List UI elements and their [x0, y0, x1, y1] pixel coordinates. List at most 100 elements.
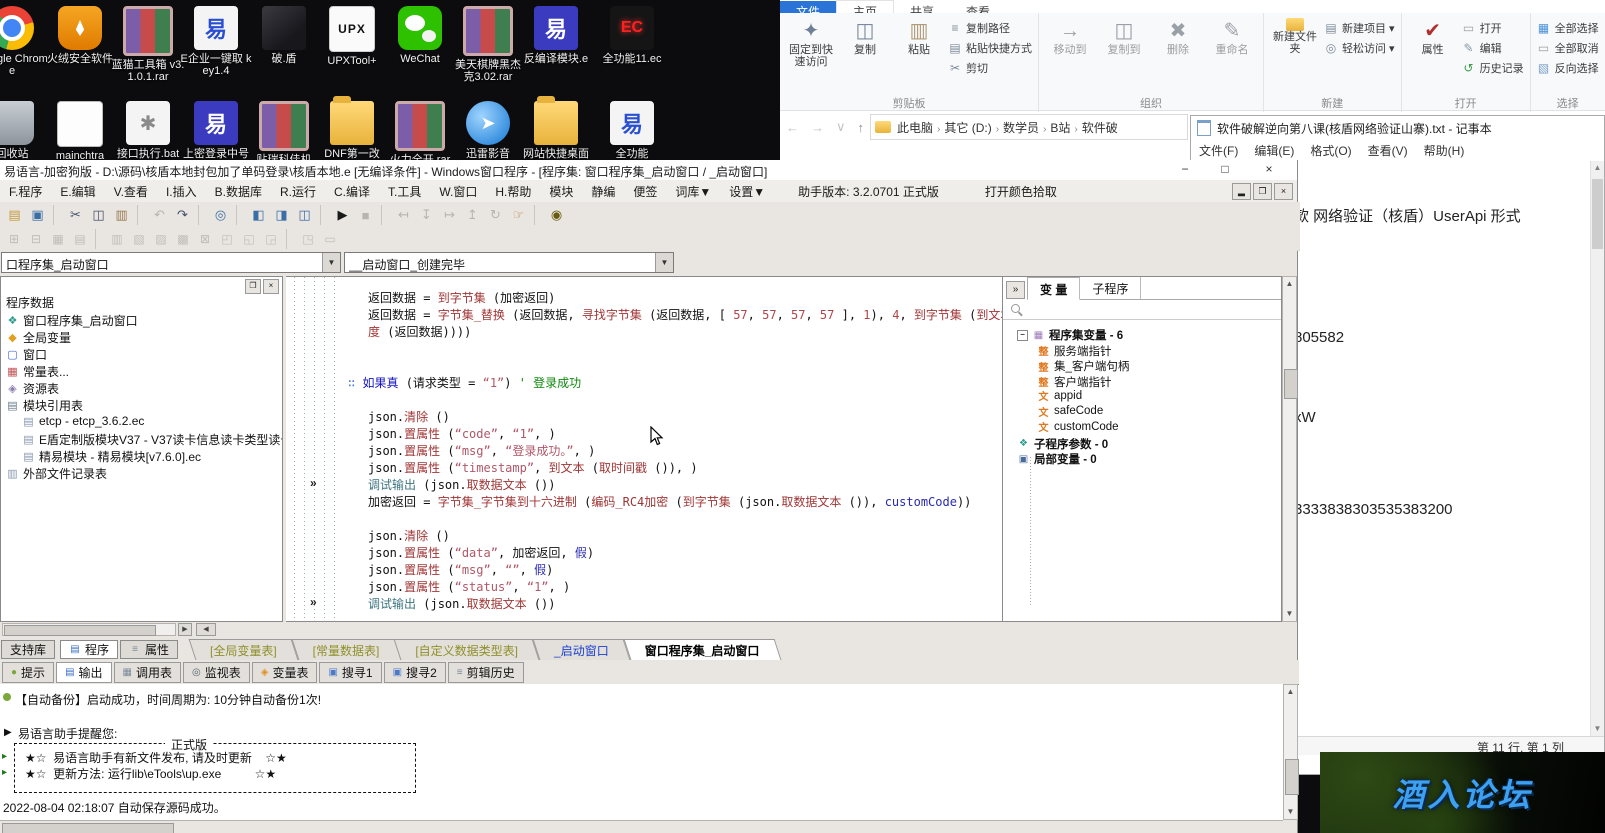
- menu-H.帮助[interactable]: H.帮助: [486, 183, 540, 200]
- color-pick-button[interactable]: 打开颜色拾取: [975, 183, 1067, 200]
- output-tab-剪辑历史[interactable]: ≡剪辑历史: [448, 662, 524, 683]
- win2-icon[interactable]: ◨: [270, 205, 293, 226]
- mdi-restore-icon[interactable]: ❐: [1253, 183, 1272, 200]
- chevron-down-icon[interactable]: ▼: [655, 253, 673, 272]
- menu-词库▼[interactable]: 词库▼: [666, 183, 720, 200]
- ribbon-button-全部取消[interactable]: ▭全部取消: [1537, 40, 1599, 56]
- desktop-icon-anime[interactable]: 破.盾: [246, 6, 322, 65]
- forward-icon[interactable]: →: [811, 120, 824, 135]
- st1-icon[interactable]: ↤: [392, 205, 415, 226]
- doc-tab-窗口程序集_启动窗口[interactable]: 窗口程序集_启动窗口: [627, 639, 778, 660]
- scrollbar-thumb[interactable]: [4, 625, 156, 636]
- desktop-icon-rar[interactable]: 蓝猫工具箱 v3.1.0.1.rar: [110, 6, 186, 83]
- ribbon-tab-文件[interactable]: 文件: [780, 1, 836, 13]
- desktop-icon-shield[interactable]: 火绒安全软件: [42, 6, 118, 65]
- desktop-icon-folder[interactable]: DNF第一改: [314, 101, 390, 160]
- scroll-up-icon[interactable]: ▲: [1283, 277, 1296, 291]
- output-tab-监视表[interactable]: ◎监视表: [183, 662, 250, 683]
- method-combobox[interactable]: __启动窗口_创建完毕 ▼: [344, 252, 674, 273]
- scrollbar-thumb[interactable]: [1284, 369, 1298, 399]
- st5-icon[interactable]: ↻: [484, 205, 507, 226]
- output-tab-提示[interactable]: ●提示: [2, 662, 54, 683]
- undo-icon[interactable]: ↶: [148, 205, 171, 226]
- breadcrumb-item[interactable]: 此电脑: [893, 121, 937, 135]
- tree-item-E盾定制版模块V37 - V37读卡信息读卡类型读卡[interactable]: ▤E盾定制版模块V37 - V37读卡信息读卡类型读卡: [22, 431, 283, 448]
- mdi-minimize-icon[interactable]: ▂: [1232, 183, 1251, 200]
- ribbon-button-打开[interactable]: ▭打开: [1462, 20, 1524, 36]
- ribbon-tab-查看[interactable]: 查看: [950, 1, 1006, 13]
- open-icon[interactable]: ▤: [3, 205, 26, 226]
- variable-item-safeCode[interactable]: 文safeCode: [1037, 405, 1103, 418]
- ribbon-button-粘贴[interactable]: ▥粘贴: [892, 16, 946, 58]
- desktop-icon-file[interactable]: mainchtra: [42, 101, 118, 162]
- find-icon[interactable]: ◎: [209, 205, 232, 226]
- doc-tab-[常量数据表][interactable]: [常量数据表]: [295, 639, 398, 660]
- st2-icon[interactable]: ↧: [415, 205, 438, 226]
- desktop-icon-folder[interactable]: 网站快捷桌面: [518, 101, 594, 160]
- tree-item-资源表[interactable]: ◈资源表: [6, 380, 59, 397]
- desktop-icon-upx[interactable]: UPXUPXTool+: [314, 6, 390, 67]
- menu-I.插入[interactable]: I.插入: [157, 183, 206, 200]
- up-icon[interactable]: ↑: [858, 120, 865, 135]
- format-tool-icon[interactable]: ◰: [216, 230, 238, 248]
- ribbon-button-粘贴快捷方式[interactable]: ▤粘贴快捷方式: [948, 40, 1032, 56]
- panel-expand-icon[interactable]: »: [1006, 281, 1025, 299]
- desktop-icon-ec[interactable]: EC全功能11.ec: [594, 6, 670, 65]
- menu-V.查看[interactable]: V.查看: [105, 183, 157, 200]
- fold-mark-icon[interactable]: »: [310, 476, 317, 490]
- menu-便签[interactable]: 便签: [624, 183, 666, 200]
- desktop-icon-gears[interactable]: ✱接口执行.bat: [110, 101, 186, 160]
- menu-C.编译[interactable]: C.编译: [325, 183, 379, 200]
- tree-item-窗口程序集_启动窗口[interactable]: ❖窗口程序集_启动窗口: [6, 312, 138, 329]
- close-button[interactable]: ×: [1253, 160, 1285, 179]
- ribbon-button-属性[interactable]: ✔属性: [1406, 16, 1460, 58]
- ribbon-button-新建文件夹[interactable]: 新建文件夹: [1268, 16, 1322, 57]
- panel-tab-支持库[interactable]: 支持库: [1, 640, 55, 659]
- scroll-up-icon[interactable]: ▲: [1284, 685, 1297, 699]
- tree-horizontal-scrollbar[interactable]: [2, 623, 176, 636]
- output-tab-搜寻1[interactable]: ▣搜寻1: [319, 662, 381, 683]
- ribbon-button-复制[interactable]: ◫复制: [838, 16, 892, 58]
- tree-item-全局变量[interactable]: ◆全局变量: [6, 329, 71, 346]
- scroll-up-icon[interactable]: ▲: [1591, 161, 1604, 175]
- menu-T.工具[interactable]: T.工具: [379, 183, 430, 200]
- binoc-icon[interactable]: ◉: [545, 205, 568, 226]
- stop-icon[interactable]: ■: [354, 205, 377, 226]
- scroll-right-icon[interactable]: ▶: [178, 623, 192, 636]
- chevron-down-icon[interactable]: ▼: [322, 253, 340, 272]
- ribbon-button-轻松访问 ▾[interactable]: ◎轻松访问 ▾: [1324, 40, 1395, 56]
- panel-tab-属性[interactable]: ≡属性: [120, 640, 178, 659]
- format-tool-icon[interactable]: ▥: [106, 230, 128, 248]
- menu-R.运行[interactable]: R.运行: [271, 183, 325, 200]
- format-tool-icon[interactable]: ▦: [47, 230, 69, 248]
- output-tab-输出[interactable]: ▤输出: [56, 662, 111, 683]
- right-vertical-scrollbar[interactable]: ▲ ▼: [1282, 276, 1297, 622]
- run-icon[interactable]: ▶: [331, 205, 354, 226]
- variable-item-集_客户端句柄[interactable]: 整集_客户端句柄: [1037, 358, 1129, 374]
- notepad-menu-格式(O)[interactable]: 格式(O): [1310, 142, 1351, 159]
- ribbon-button-复制路径[interactable]: ≡复制路径: [948, 20, 1032, 36]
- redo-icon[interactable]: ↷: [171, 205, 194, 226]
- menu-模块[interactable]: 模块: [540, 183, 582, 200]
- win3-icon[interactable]: ◫: [293, 205, 316, 226]
- output-vertical-scrollbar[interactable]: ▲ ▼: [1283, 684, 1298, 820]
- ribbon-button-移动到[interactable]: →移动到: [1043, 16, 1097, 58]
- ribbon-button-编辑[interactable]: ✎编辑: [1462, 40, 1524, 56]
- variable-item-服务端指针[interactable]: 整服务端指针: [1037, 343, 1112, 359]
- format-tool-icon[interactable]: ▩: [172, 230, 194, 248]
- copy-icon[interactable]: ◫: [87, 205, 110, 226]
- panel-tab-程序[interactable]: ▤程序: [60, 640, 118, 659]
- tree-item-etcp - etcp_3.6.2.ec[interactable]: ▤etcp - etcp_3.6.2.ec: [22, 414, 144, 428]
- breadcrumb[interactable]: 此电脑›其它 (D:)›数学员›B站›软件破: [870, 114, 1188, 140]
- doc-tab-[全局变量表][interactable]: [全局变量表]: [192, 639, 295, 660]
- fold-mark-icon[interactable]: »: [310, 595, 317, 609]
- format-tool-icon[interactable]: ◱: [238, 230, 260, 248]
- ribbon-button-全部选择[interactable]: ▦全部选择: [1537, 20, 1599, 36]
- back-icon[interactable]: ←: [786, 120, 799, 135]
- scrollbar-thumb[interactable]: [2, 823, 174, 833]
- scrollbar-thumb[interactable]: [1592, 179, 1603, 249]
- breadcrumb-item[interactable]: B站: [1046, 121, 1074, 135]
- desktop-icon-eyi-white[interactable]: 易E企业一键取 key1.4: [178, 6, 254, 77]
- output-tab-调用表[interactable]: ▦调用表: [114, 662, 181, 683]
- maximize-button[interactable]: □: [1209, 160, 1241, 179]
